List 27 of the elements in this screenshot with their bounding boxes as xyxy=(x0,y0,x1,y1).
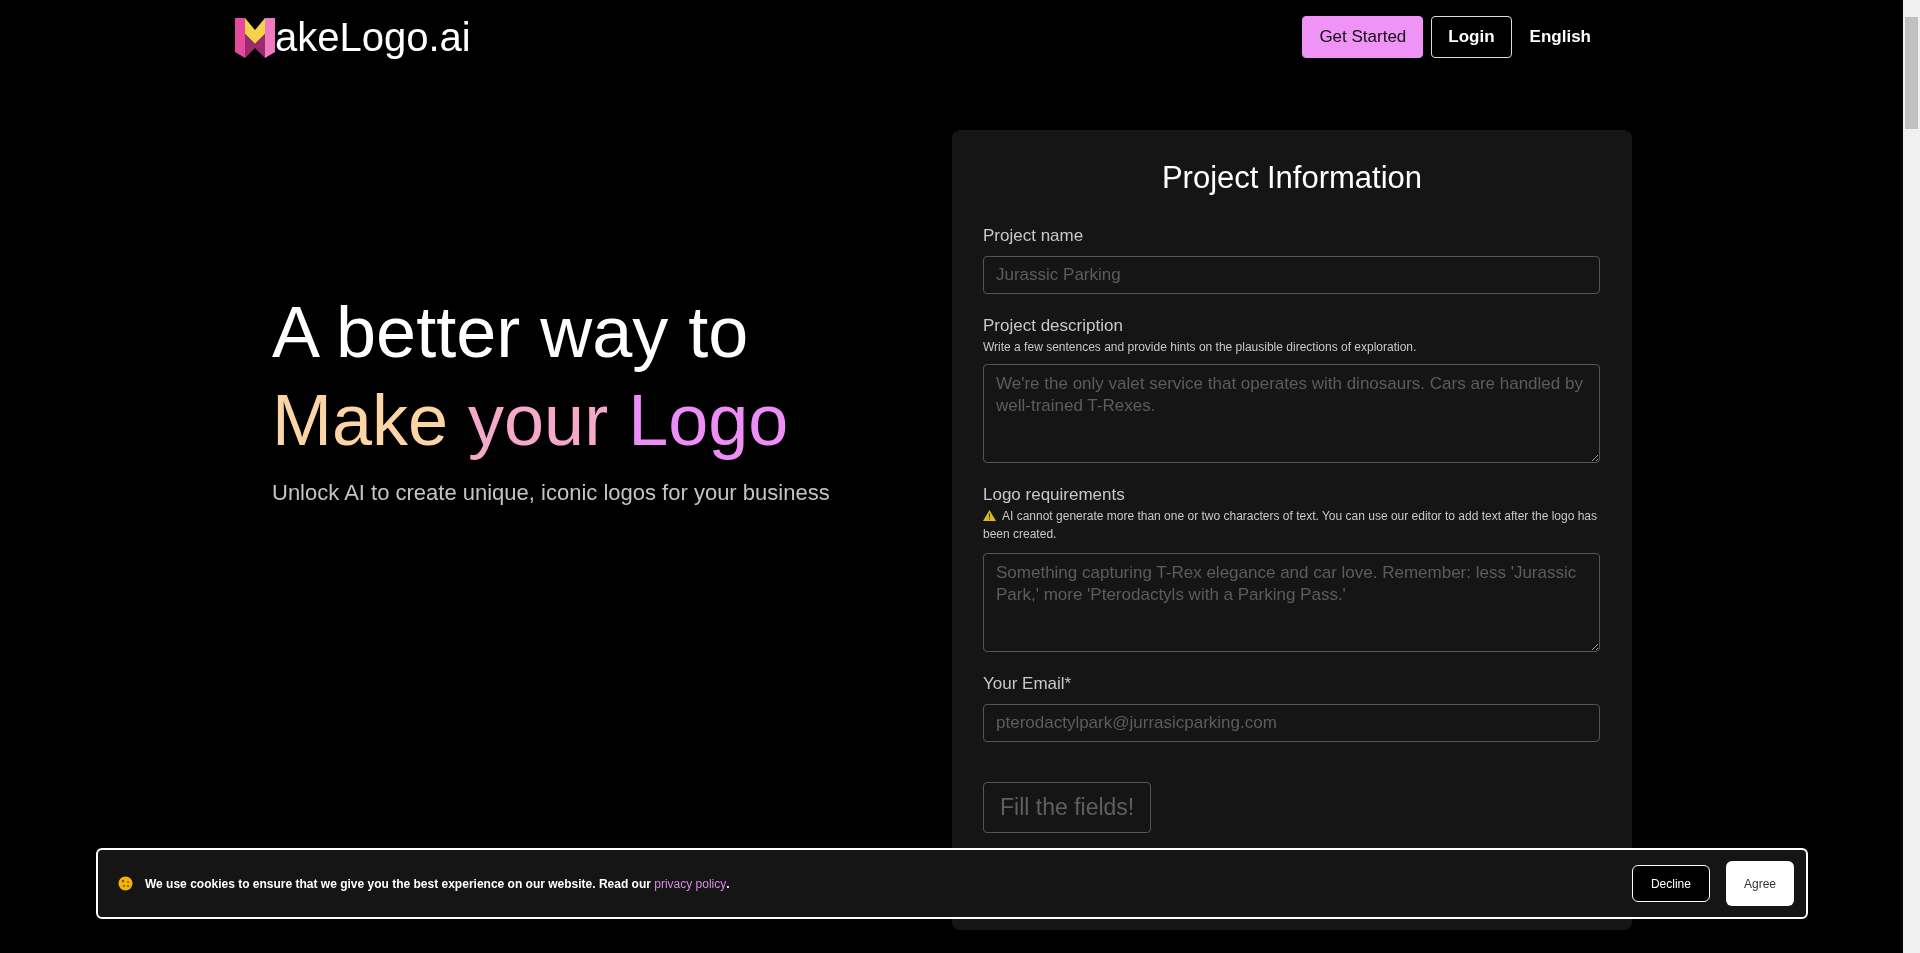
field-label: Your Email* xyxy=(983,674,1073,694)
field-hint: Write a few sentences and provide hints on the plausible directions of exploration. xyxy=(983,339,1418,356)
hero-subtitle: Unlock AI to create unique, iconic logos for your business xyxy=(272,479,831,506)
language-selector[interactable]: English xyxy=(1519,16,1601,58)
cookie-message: We use cookies to ensure that we give you the best experience on our website. Read our privacy policy. xyxy=(145,876,731,891)
field-label: Logo requirements xyxy=(983,485,1126,505)
logo-mark-icon xyxy=(235,16,275,58)
logo-text: akeLogo.ai xyxy=(275,17,471,57)
scrollbar[interactable] xyxy=(1903,0,1920,953)
field-label: Project description xyxy=(983,316,1124,336)
hero-heading: A better way to Make your Logo xyxy=(272,290,790,462)
warning-icon xyxy=(983,510,996,521)
form-title: Project Information xyxy=(1160,160,1424,196)
privacy-policy-link[interactable]: privacy policy xyxy=(654,876,727,891)
field-warning: AI cannot generate more than one or two characters of text. You can use our editor to add text after the logo has been created. xyxy=(983,508,1599,543)
cookie-icon xyxy=(118,876,133,891)
cookie-button[interactable]: Agree xyxy=(1725,861,1794,906)
text-input[interactable]: Jurassic Parking xyxy=(983,256,1600,294)
field-label: Project name xyxy=(983,226,1085,246)
scrollbar-thumb[interactable] xyxy=(1905,17,1918,129)
nav-button[interactable]: Get Started xyxy=(1302,16,1424,58)
logo[interactable]: akeLogo.ai xyxy=(235,16,471,58)
text-area[interactable]: We're the only valet service that operates with dinosaurs. Cars are handled by well-trained T-Rexes. xyxy=(983,364,1600,463)
text-area[interactable]: Something capturing T-Rex elegance and car love. Remember: less 'Jurassic Park,' more 'Pterodactyls with a Parking Pass.' xyxy=(983,553,1600,652)
cookie-button[interactable]: Decline xyxy=(1631,865,1710,902)
nav-button[interactable]: Login xyxy=(1431,16,1512,58)
text-input[interactable]: pterodactylpark@jurrasicparking.com xyxy=(983,704,1600,742)
